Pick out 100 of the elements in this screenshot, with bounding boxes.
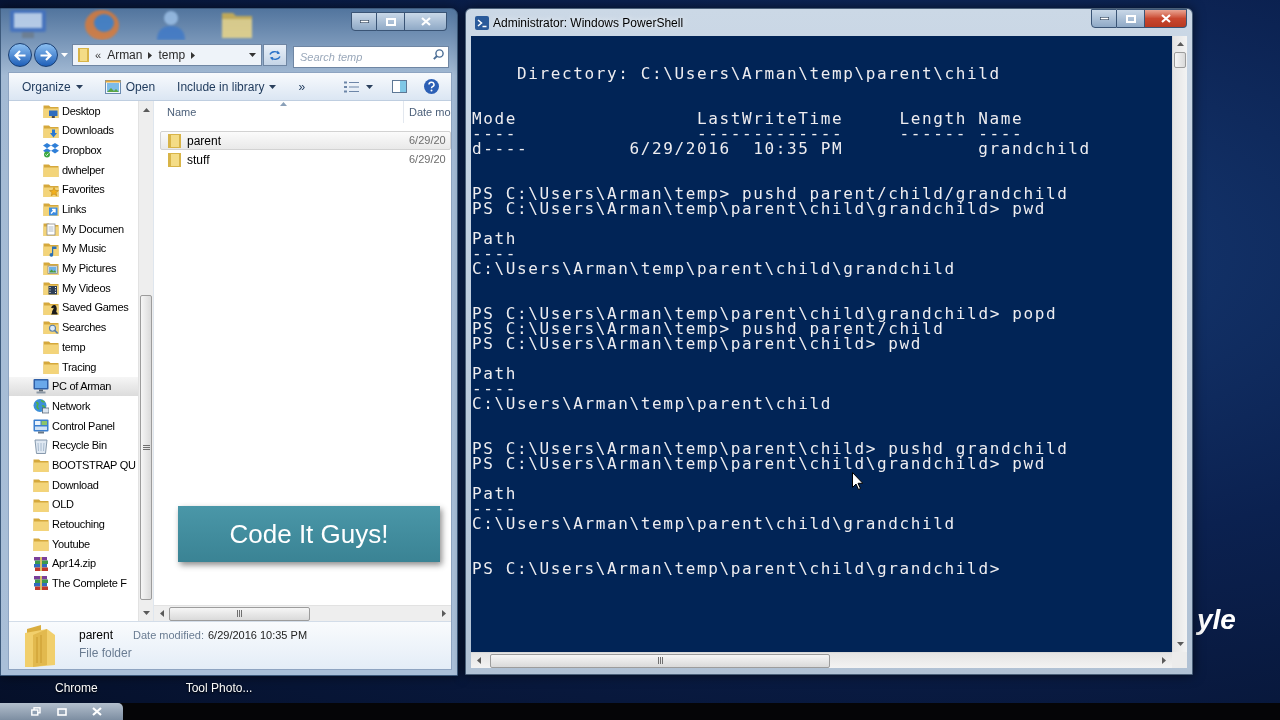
breadcrumb-button[interactable]: temp [158,46,186,64]
refresh-button[interactable] [263,44,287,66]
search-field[interactable]: Search temp [293,46,449,68]
caret-icon [60,53,68,57]
preview-pane-icon [392,80,407,93]
table-cell: grandchild [978,141,1091,156]
folder-icon [168,133,181,148]
right-arrow-icon [40,49,52,61]
column-header: LastWriteTime [696,111,844,126]
header-underline: ------------- [696,126,844,141]
nav-tree-item[interactable]: dwhelper [9,160,138,180]
nav-tree-item[interactable]: Download [9,475,138,495]
nav-tree-item[interactable]: Favorites [9,179,138,200]
minimize-button[interactable] [1091,9,1117,28]
folder-icon [43,339,59,356]
minimize-button[interactable] [351,12,377,31]
directory-heading: Directory: C:\Users\Arman\temp\parent\child [517,66,1001,81]
shortcut-label[interactable]: Tool Photo... [185,681,253,695]
right-arrow-icon [1162,657,1166,664]
scrollbar-thumb[interactable] [490,653,830,668]
help-icon [424,79,439,94]
title-banner: Code It Guys! [178,506,440,562]
back-button[interactable] [8,43,32,67]
forward-button[interactable] [34,43,58,67]
file-name: parent [187,132,222,150]
command-line: PS C:\Users\Arman\temp\parent\child\grandchild> popd [472,306,1058,321]
nav-tree-item[interactable]: Downloads [9,120,138,141]
breadcrumb-overflow-button[interactable]: « [95,46,102,64]
minimize-icon [1099,17,1109,20]
nav-tree-item[interactable]: Dropbox [9,140,138,161]
output-line: Path [472,231,517,246]
file-row[interactable]: stuff 6/29/20 [160,150,451,169]
details-type: File folder [79,646,132,660]
command-line: PS C:\Users\Arman\temp\parent\child> pwd [472,336,923,351]
nav-tree-item[interactable]: Tracing [9,356,138,377]
output-line: C:\Users\Arman\temp\parent\child [472,396,833,411]
computer-icon [10,10,46,38]
file-date: 6/29/20 [409,152,446,168]
nav-tree-item[interactable]: Apr14.zip [9,553,138,574]
header-underline: ---- [472,126,517,141]
chevron-right-icon[interactable] [148,51,153,59]
toolbar-dropdown-button[interactable]: Organize [14,75,91,98]
nav-tree-item[interactable]: My Pictures [9,258,138,279]
caret-icon [269,84,277,89]
nav-tree-item[interactable]: Saved Games [9,297,138,318]
column-header[interactable]: Name [154,101,403,123]
open-box-check-icon [43,142,59,159]
file-row[interactable]: parent 6/29/20 [160,131,451,150]
nav-tree-item[interactable]: Network [9,396,138,416]
breadcrumb-button[interactable]: Arman [107,46,143,64]
nav-tree-item[interactable]: temp [9,337,138,357]
nav-tree-item[interactable]: The Complete F [9,573,138,594]
maximize-button[interactable] [377,12,405,31]
column-header: Mode [472,111,517,126]
scrollbar-thumb[interactable] [1174,52,1186,68]
shortcut-label[interactable]: Chrome [55,681,98,695]
nav-tree-item[interactable]: Control Panel [9,416,138,436]
grip-icon [237,610,242,617]
nav-tree-item[interactable]: BOOTSTRAP QU [9,455,138,476]
nav-tree-item[interactable]: Retouching [9,514,138,535]
nav-tree-item[interactable]: My Documen [9,219,138,239]
output-line: C:\Users\Arman\temp\parent\child\grandchild [472,516,956,531]
table-cell: d---- [472,141,529,156]
list-view-icon [344,80,359,93]
close-button[interactable] [405,12,447,31]
nav-tree-item[interactable]: My Videos [9,278,138,298]
close-icon [1160,14,1171,23]
nav-tree-item[interactable]: PC of Arman [9,376,138,397]
folder-page-icon [43,220,59,237]
down-arrow-icon [1176,642,1184,646]
nav-tree-item[interactable]: Recycle Bin [9,435,138,456]
nav-tree-item[interactable]: OLD [9,494,138,515]
address-bar[interactable]: « Arman temp [72,44,262,66]
sort-arrow-icon [280,102,287,106]
nav-tree-item[interactable]: Searches [9,317,138,338]
recycle-bin-icon [33,437,49,454]
chevron-right-icon[interactable] [191,51,196,59]
nav-tree-item[interactable]: Youtube [9,534,138,554]
nav-tree-item[interactable]: My Music [9,238,138,259]
toolbar-dropdown-button[interactable]: Include in library [169,75,285,98]
grip-icon [142,445,150,450]
scrollbar-thumb[interactable] [140,295,152,600]
folder-magnifier-icon [43,319,59,336]
more-commands-button[interactable]: » [290,75,314,98]
toolbar-button[interactable]: Open [96,75,164,98]
caret-icon [366,84,373,89]
down-arrow-icon [142,610,150,615]
maximize-button[interactable] [1117,9,1145,28]
command-line: PS C:\Users\Arman\temp\parent\child> pushd grandchild [472,441,1069,456]
column-header[interactable]: Date mo [403,101,451,123]
close-button[interactable] [1145,9,1187,28]
nav-tree-item[interactable]: Links [9,199,138,220]
nav-tree-item[interactable]: Desktop [9,101,138,121]
minimized-window-bar[interactable] [0,703,123,720]
scrollbar-thumb[interactable] [169,606,310,621]
command-line: PS C:\Users\Arman\temp> pushd parent/child [472,321,945,336]
column-header: Name [978,111,1024,126]
header-underline: ------ [899,126,967,141]
caret-icon [75,84,83,89]
picture-window-icon [104,79,121,94]
